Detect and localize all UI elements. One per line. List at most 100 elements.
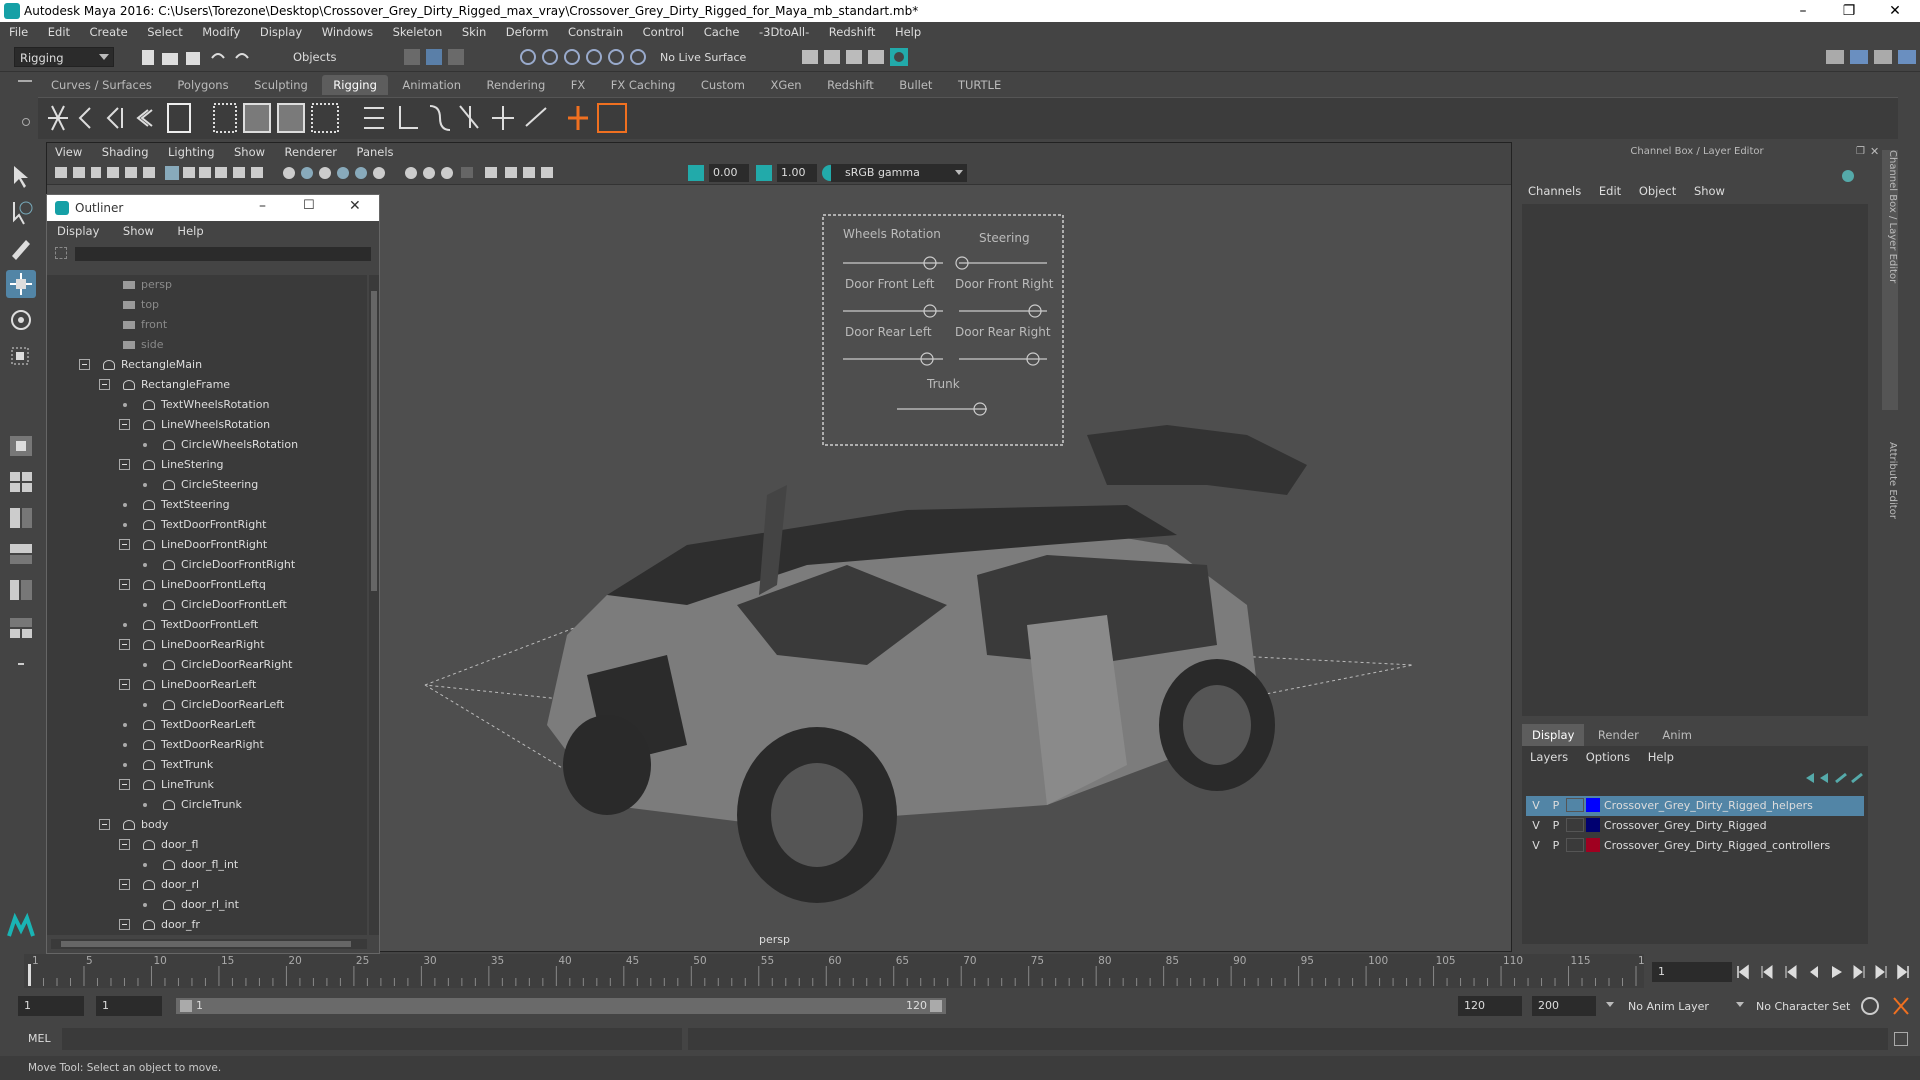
panel-float-button[interactable]: ❐ <box>1856 146 1865 157</box>
vp-menu-renderer[interactable]: Renderer <box>277 143 346 161</box>
cb-menu-object[interactable]: Object <box>1639 184 1676 198</box>
outliner-vscrollbar[interactable] <box>369 275 379 935</box>
layout-view-icon[interactable] <box>6 614 36 642</box>
outliner-item[interactable]: LineDoorRearLeft <box>47 675 367 695</box>
shelf-tab-fx[interactable]: FX <box>560 75 597 95</box>
panel-close-button[interactable]: ✕ <box>1870 145 1879 158</box>
outliner-item[interactable]: CircleDoorFrontLeft <box>47 595 367 615</box>
collapse-icon[interactable] <box>119 779 130 790</box>
outliner-item[interactable]: LineTrunk <box>47 775 367 795</box>
outliner-item[interactable]: door_fl <box>47 835 367 855</box>
layer-color-swatch[interactable] <box>1586 838 1600 852</box>
shelf-tab-custom[interactable]: Custom <box>690 75 756 95</box>
script-language-label[interactable]: MEL <box>28 1032 51 1045</box>
cb-menu-show[interactable]: Show <box>1694 184 1725 198</box>
outliner-item[interactable]: door_rl_int <box>47 895 367 915</box>
outliner-hscroll-thumb[interactable] <box>61 941 351 947</box>
layer-tab-display[interactable]: Display <box>1522 724 1585 746</box>
menu-constrain[interactable]: Constrain <box>559 22 630 39</box>
command-input[interactable] <box>62 1028 682 1050</box>
range-slider-start-handle[interactable] <box>180 1000 192 1012</box>
outliner-titlebar[interactable]: Outliner – ☐ ✕ <box>47 195 379 221</box>
snap-tools-icons[interactable] <box>402 46 662 68</box>
outliner-item[interactable]: persp <box>47 275 367 295</box>
layer-row[interactable]: V P Crossover_Grey_Dirty_Rigged <box>1526 816 1864 836</box>
layer-visibility-toggle[interactable]: V <box>1526 816 1546 836</box>
outliner-item[interactable]: TextDoorFrontLeft <box>47 615 367 635</box>
layer-menu-options[interactable]: Options <box>1586 750 1630 764</box>
outliner-menu-help[interactable]: Help <box>167 221 213 238</box>
layer-display-type-toggle[interactable] <box>1566 798 1584 812</box>
outliner-item[interactable]: CircleWheelsRotation <box>47 435 367 455</box>
layer-tool-icons[interactable] <box>1802 770 1868 786</box>
collapse-icon[interactable] <box>99 819 110 830</box>
vp-menu-panels[interactable]: Panels <box>349 143 402 161</box>
outliner-item[interactable]: RectangleMain <box>47 355 367 375</box>
outliner-item[interactable]: CircleTrunk <box>47 795 367 815</box>
rotate-tool-icon[interactable] <box>6 306 36 334</box>
layer-display-type-toggle[interactable] <box>1566 818 1584 832</box>
live-surface-label[interactable]: No Live Surface <box>660 51 746 64</box>
shelf-tab-bullet[interactable]: Bullet <box>888 75 943 95</box>
viewport-toolbar-icons[interactable] <box>53 164 693 182</box>
outliner-close-button[interactable]: ✕ <box>349 198 361 214</box>
outliner-maximize-button[interactable]: ☐ <box>303 198 315 213</box>
side-tab-attribute-editor[interactable]: Attribute Editor <box>1882 442 1898 552</box>
outliner-item[interactable]: TextDoorRearRight <box>47 735 367 755</box>
filter-icon[interactable] <box>55 247 67 259</box>
restore-button[interactable]: ❐ <box>1826 0 1872 22</box>
layer-display-type-toggle[interactable] <box>1566 838 1584 852</box>
side-tab-channel-box[interactable]: Channel Box / Layer Editor <box>1882 150 1898 410</box>
vp-menu-view[interactable]: View <box>47 143 90 161</box>
menu-cache[interactable]: Cache <box>695 22 747 39</box>
outliner-item[interactable]: door_fl_int <box>47 855 367 875</box>
shelf-settings-icon[interactable] <box>22 118 30 126</box>
collapse-icon[interactable] <box>119 419 130 430</box>
playback-start-field[interactable]: 1 <box>96 996 162 1016</box>
outliner-item[interactable]: TextWheelsRotation <box>47 395 367 415</box>
outliner-item[interactable]: CircleDoorFrontRight <box>47 555 367 575</box>
close-button[interactable]: ✕ <box>1872 0 1918 22</box>
channel-box-settings-icon[interactable] <box>1842 170 1854 182</box>
menu-edit[interactable]: Edit <box>39 22 77 39</box>
scale-tool-icon[interactable] <box>6 342 36 370</box>
move-tool-icon[interactable] <box>6 270 36 298</box>
shelf-menu-icon[interactable] <box>18 80 32 82</box>
toolbox-expand-icon[interactable] <box>6 652 36 680</box>
current-frame-field[interactable]: 1 <box>1652 962 1732 982</box>
outliner-menu-show[interactable]: Show <box>113 221 164 238</box>
outliner-hscrollbar[interactable] <box>51 939 367 949</box>
side-by-side-view-icon[interactable] <box>6 504 36 532</box>
range-slider-end-handle[interactable] <box>930 1000 942 1012</box>
layer-playback-toggle[interactable]: P <box>1546 796 1566 816</box>
playback-controls[interactable] <box>1728 962 1918 982</box>
vp-menu-shading[interactable]: Shading <box>94 143 157 161</box>
menu-modify[interactable]: Modify <box>193 22 247 39</box>
layer-playback-toggle[interactable]: P <box>1546 836 1566 856</box>
persp-graph-view-icon[interactable] <box>6 576 36 604</box>
animation-end-field[interactable]: 200 <box>1532 996 1596 1016</box>
collapse-icon[interactable] <box>119 459 130 470</box>
menu-file[interactable]: File <box>0 22 35 39</box>
menu-create[interactable]: Create <box>81 22 135 39</box>
shelf-scroll-icon[interactable] <box>1892 102 1902 134</box>
gamma-icon[interactable] <box>755 164 773 182</box>
playback-end-field[interactable]: 120 <box>1458 996 1522 1016</box>
layer-playback-toggle[interactable]: P <box>1546 816 1566 836</box>
outliner-item[interactable]: LineDoorFrontRight <box>47 535 367 555</box>
shelf-tab-xgen[interactable]: XGen <box>759 75 812 95</box>
anim-layer-dropdown[interactable]: No Anim Layer <box>1628 1000 1709 1013</box>
menu-skin[interactable]: Skin <box>453 22 493 39</box>
outliner-item[interactable]: LineWheelsRotation <box>47 415 367 435</box>
collapse-icon[interactable] <box>99 379 110 390</box>
menu-set-dropdown[interactable]: Rigging <box>14 47 114 67</box>
shelf-tab-animation[interactable]: Animation <box>391 75 472 95</box>
outliner-item[interactable]: side <box>47 335 367 355</box>
file-tools-icons[interactable] <box>140 48 270 68</box>
playback-preferences-icons[interactable] <box>1858 994 1918 1018</box>
outliner-item[interactable]: LineDoorFrontLeftq <box>47 575 367 595</box>
current-time-indicator[interactable] <box>28 964 31 986</box>
menu-redshift[interactable]: Redshift <box>820 22 883 39</box>
outliner-item[interactable]: CircleSteering <box>47 475 367 495</box>
outliner-item[interactable]: TextTrunk <box>47 755 367 775</box>
